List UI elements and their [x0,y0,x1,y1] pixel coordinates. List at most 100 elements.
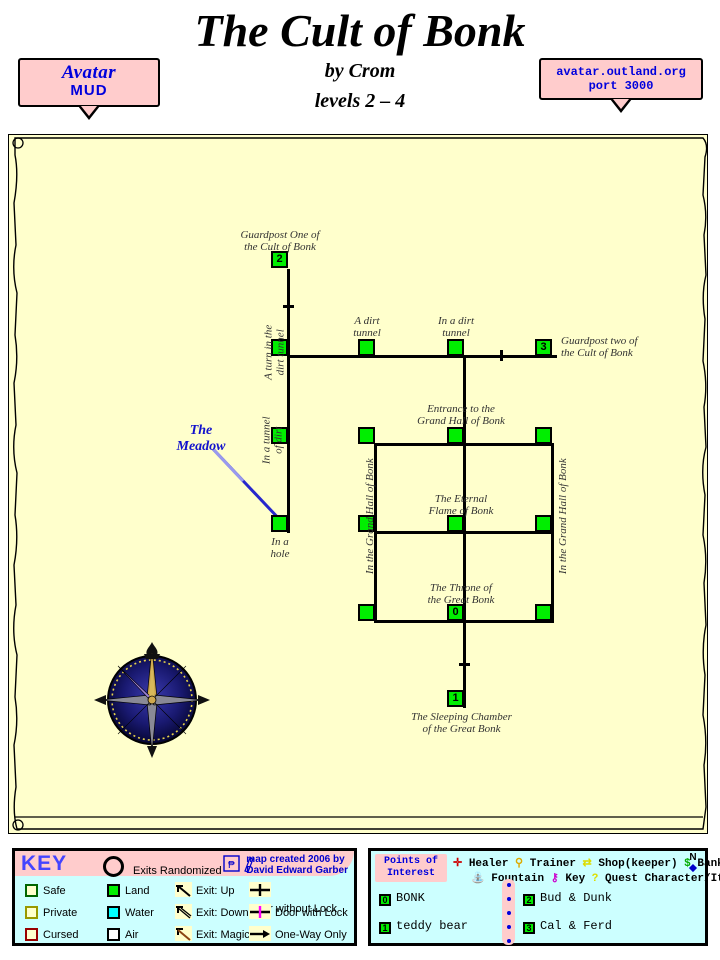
dungeon-map: 2 3 0 1 Guardpost One of the Cult of Bonk… [9,135,709,835]
key-item-safe: Safe [25,881,66,899]
healer-icon: ✛ [453,858,463,870]
poi-entry-cal-ferd: 3 Cal & Ferd [523,919,612,934]
circle-icon [103,856,124,877]
exit-magical-icon [175,926,192,941]
key-exits-randomized-row: Exits Randomized [103,856,222,879]
corridor-edge [551,445,554,620]
quest-icon: ? [591,873,599,885]
room-label-in-a-dirt-tunnel: In a dirt tunnel [437,315,475,340]
room-label-in-a-hole: In a hole [270,536,290,561]
cursed-swatch-icon [25,928,38,941]
door-without-lock-marker [500,350,503,361]
arrow-right-icon [249,926,271,941]
private-swatch-icon [25,906,38,919]
credit-line-1: map created 2006 by [246,854,345,865]
key-label-safe: Safe [43,885,66,897]
key-label-exit-down: Exit: Down [196,907,249,919]
compass-rose-icon [94,642,210,758]
svg-text:₱: ₱ [228,860,235,871]
room-hall-entrance[interactable] [447,427,464,444]
room-sleeping-chamber[interactable]: 1 [447,690,464,707]
key-item-water: Water [107,903,154,921]
poi-title-line-2: Interest [386,867,435,879]
key-legend-panel: KEY Exits Randomized ₱ map created 2006 … [12,848,357,946]
key-label-exit-up: Exit: Up [196,885,235,897]
banner-tail [610,99,632,114]
key-item-exit-magical: Exit: Magical [175,925,258,943]
room-label-throne: The Throne of the Great Bonk [427,582,495,607]
map-sheet: 2 3 0 1 Guardpost One of the Cult of Bonk… [8,134,708,834]
poi-title-line-1: Points of [383,856,438,867]
mud-name-secondary: MUD [70,81,108,99]
key-item-one-way: One-Way Only [249,925,347,943]
air-swatch-icon [107,928,120,941]
room-label-hall-east-wing: In the Grand Hall of Bonk [556,458,569,575]
poi-text-bud-dunk: Bud & Dunk [540,891,613,905]
key-item-exit-up: Exit: Up [175,881,235,899]
exit-down-icon [175,904,192,919]
poi-entry-bud-dunk: 2 Bud & Dunk [523,891,612,906]
area-label-meadow: The Meadow [176,423,226,454]
poi-number-1: 1 [379,922,391,934]
key-label-door-lock: Door with Lock [275,907,348,919]
room-a-dirt-tunnel[interactable] [358,339,375,356]
land-swatch-icon [107,884,120,897]
mud-name-primary: Avatar [61,62,117,83]
poi-number-2: 2 [523,894,535,906]
key-item-cursed: Cursed [25,925,78,943]
page-header: The Cult of Bonk by Crom levels 2 – 4 Av… [0,0,720,128]
door-lock-icon [249,904,271,919]
corridor-edge [287,355,557,358]
room-label-sleeping-chamber: The Sleeping Chamber of the Great Bonk [411,711,512,736]
mud-address-banner: avatar.outland.org port 3000 [539,58,703,114]
poi-title: Points of Interest [375,854,447,882]
key-label-cursed: Cursed [43,929,79,941]
mud-name-banner: Avatar MUD [18,58,160,121]
credit-line-2: David Edward Garber [246,865,348,876]
safe-swatch-icon [25,884,38,897]
door-plain-icon [249,882,271,897]
key-item-exit-down: Exit: Down [175,903,249,921]
room-label-in-a-tunnel-of-dirt: In a tunnel of dirt [260,416,285,465]
banner-tail [78,105,100,120]
key-label-land: Land [125,885,150,897]
poi-symbol-row-1: ✛ ✛ Healer ⚲ Trainer ⇄ Shop(keeper) $ Ba… [453,858,720,870]
poi-text-cal-ferd: Cal & Ferd [540,919,613,933]
room-hall-se[interactable] [535,604,552,621]
water-swatch-icon [107,906,120,919]
points-of-interest-panel: Points of Interest ✛ ✛ Healer ⚲ Trainer … [368,848,720,946]
room-label-eternal-flame: The Eternal Flame of Bonk [428,493,494,518]
map-credit: map created 2006 by David Edward Garber [246,854,348,876]
poi-text-teddy-bear: teddy bear [396,919,469,933]
key-label-one-way: One-Way Only [275,929,347,941]
key-label-private: Private [43,907,78,919]
room-label-guardpost-two: Guardpost two of the Cult of Bonk [561,335,638,360]
poi-entry-bonk: 0 BONK [379,891,425,906]
key-title: KEY [21,852,68,875]
room-in-a-dirt-tunnel[interactable] [447,339,464,356]
mud-host: avatar.outland.org [556,65,686,79]
north-indicator: N ⬥ [684,853,702,874]
room-label-a-dirt-tunnel: A dirt tunnel [353,315,381,340]
room-label-hall-west-wing: In the Grand Hall of Bonk [363,458,376,575]
fountain-icon: ⛲ [471,873,485,885]
key-item-land: Land [107,881,149,899]
poi-number-0: 0 [379,894,391,906]
key-label-air: Air [125,929,139,941]
north-arrow-icon: ⬥ [689,862,697,874]
mud-port: port 3000 [588,79,654,94]
room-label-hall-entrance: Entrance to the Grand Hall of Bonk [417,403,505,428]
room-in-a-hole[interactable] [271,515,288,532]
room-hall-ne[interactable] [535,427,552,444]
key-exits-randomized-label: Exits Randomized [133,865,222,877]
exit-up-icon [175,882,192,897]
key-icon: ⚷ [550,873,559,885]
key-label-water: Water [125,907,154,919]
room-label-guardpost-one: Guardpost One of the Cult of Bonk [240,229,320,254]
shop-icon: ⇄ [582,858,592,870]
poi-entry-teddy-bear: 1 teddy bear [379,919,468,934]
trainer-icon: ⚲ [515,858,524,870]
key-item-door-lock: Door with Lock [249,903,348,921]
room-guardpost-two[interactable]: 3 [535,339,552,356]
room-hall-e[interactable] [535,515,552,532]
